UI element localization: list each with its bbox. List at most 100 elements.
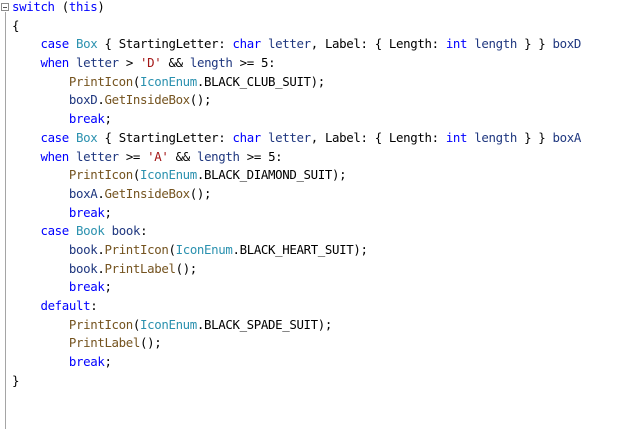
code-line[interactable]: switch (this)	[12, 0, 581, 17]
code-token: :	[140, 223, 148, 239]
code-token: , Label: { Length:	[310, 36, 446, 52]
code-token: >=	[118, 148, 148, 164]
code-line[interactable]: default:	[12, 297, 581, 316]
code-line[interactable]: when letter > 'D' && length >= 5:	[12, 54, 581, 73]
code-token: length	[474, 36, 517, 52]
code-token: this	[68, 0, 98, 14]
code-token: int	[445, 36, 468, 52]
code-line[interactable]: case Box { StartingLetter: char letter, …	[12, 35, 581, 54]
code-token: case	[40, 36, 69, 52]
code-token: (	[132, 316, 141, 332]
code-token: length	[189, 55, 233, 71]
code-line[interactable]: break;	[12, 110, 581, 129]
code-token: ();	[140, 335, 162, 351]
code-token: .BLACK_SPADE_SUIT);	[196, 316, 332, 332]
code-token: } }	[516, 36, 553, 52]
code-token: book	[68, 260, 98, 276]
code-line[interactable]: case Book book:	[12, 222, 581, 241]
code-token: boxA	[552, 129, 582, 145]
code-text-area[interactable]: switch (this){ case Box { StartingLetter…	[12, 0, 581, 390]
code-token: GetInsideBox	[104, 185, 190, 201]
code-token: ();	[189, 185, 212, 201]
code-token: when	[40, 148, 69, 164]
code-token: PrintIcon	[68, 167, 133, 183]
code-line[interactable]: PrintIcon(IconEnum.BLACK_DIAMOND_SUIT);	[12, 166, 581, 185]
code-token: >	[118, 55, 141, 71]
code-line[interactable]: PrintIcon(IconEnum.BLACK_CLUB_SUIT);	[12, 73, 581, 92]
code-token: 'A'	[147, 148, 169, 164]
code-token: break	[68, 111, 105, 127]
code-token: , Label: { Length:	[310, 129, 446, 145]
collapse-minus-icon[interactable]	[1, 3, 9, 11]
code-token: IconEnum	[140, 167, 197, 183]
code-line[interactable]: break;	[12, 278, 581, 297]
code-token: (	[132, 73, 141, 89]
code-token: book	[68, 241, 98, 257]
code-token: length	[196, 148, 240, 164]
code-line[interactable]: boxD.GetInsideBox();	[12, 91, 581, 110]
code-line[interactable]: break;	[12, 353, 581, 372]
code-token: :	[90, 298, 98, 313]
code-token: Box	[76, 129, 98, 145]
code-token: boxD	[552, 36, 582, 52]
code-token: ;	[104, 111, 112, 127]
code-token: default	[40, 298, 91, 313]
code-token: when	[40, 55, 69, 71]
code-token: int	[445, 129, 468, 145]
code-token: switch	[12, 0, 55, 14]
code-token: .BLACK_DIAMOND_SUIT);	[196, 167, 347, 183]
code-line[interactable]: PrintIcon(IconEnum.BLACK_SPADE_SUIT);	[12, 316, 581, 335]
code-line[interactable]: boxA.GetInsideBox();	[12, 185, 581, 204]
code-token: break	[68, 354, 105, 370]
code-token: letter	[268, 36, 311, 52]
code-token: case	[40, 129, 69, 145]
code-token: (	[54, 0, 69, 14]
code-token: char	[232, 36, 261, 52]
code-token: } }	[516, 129, 553, 145]
code-token: PrintIcon	[68, 316, 133, 332]
code-token: length	[474, 129, 517, 145]
code-line[interactable]: {	[12, 17, 581, 36]
code-token: {	[12, 17, 20, 33]
code-token: 'D'	[140, 55, 162, 71]
code-line[interactable]: book.PrintLabel();	[12, 260, 581, 279]
code-line[interactable]: when letter >= 'A' && length >= 5:	[12, 148, 581, 167]
code-token: PrintLabel	[104, 260, 176, 276]
code-line[interactable]: break;	[12, 204, 581, 223]
code-line[interactable]: book.PrintIcon(IconEnum.BLACK_HEART_SUIT…	[12, 241, 581, 260]
code-token: &&	[168, 148, 197, 164]
code-token: .BLACK_CLUB_SUIT);	[196, 73, 325, 89]
code-token: PrintIcon	[68, 73, 133, 89]
code-token: { StartingLetter:	[97, 129, 233, 145]
code-token: .BLACK_HEART_SUIT);	[232, 241, 368, 257]
code-editor[interactable]: switch (this){ case Box { StartingLetter…	[0, 0, 642, 429]
code-token: letter	[268, 129, 311, 145]
code-token: ;	[104, 204, 112, 220]
code-line[interactable]: case Box { StartingLetter: char letter, …	[12, 129, 581, 148]
code-line[interactable]: PrintLabel();	[12, 334, 581, 353]
code-token: (	[168, 241, 176, 257]
code-token: Book	[76, 223, 105, 239]
code-line[interactable]: }	[12, 372, 581, 391]
code-token: >= 5:	[232, 55, 276, 71]
code-token: GetInsideBox	[104, 92, 190, 108]
code-token: case	[40, 223, 69, 239]
code-token: char	[232, 129, 261, 145]
code-token: IconEnum	[175, 241, 233, 257]
